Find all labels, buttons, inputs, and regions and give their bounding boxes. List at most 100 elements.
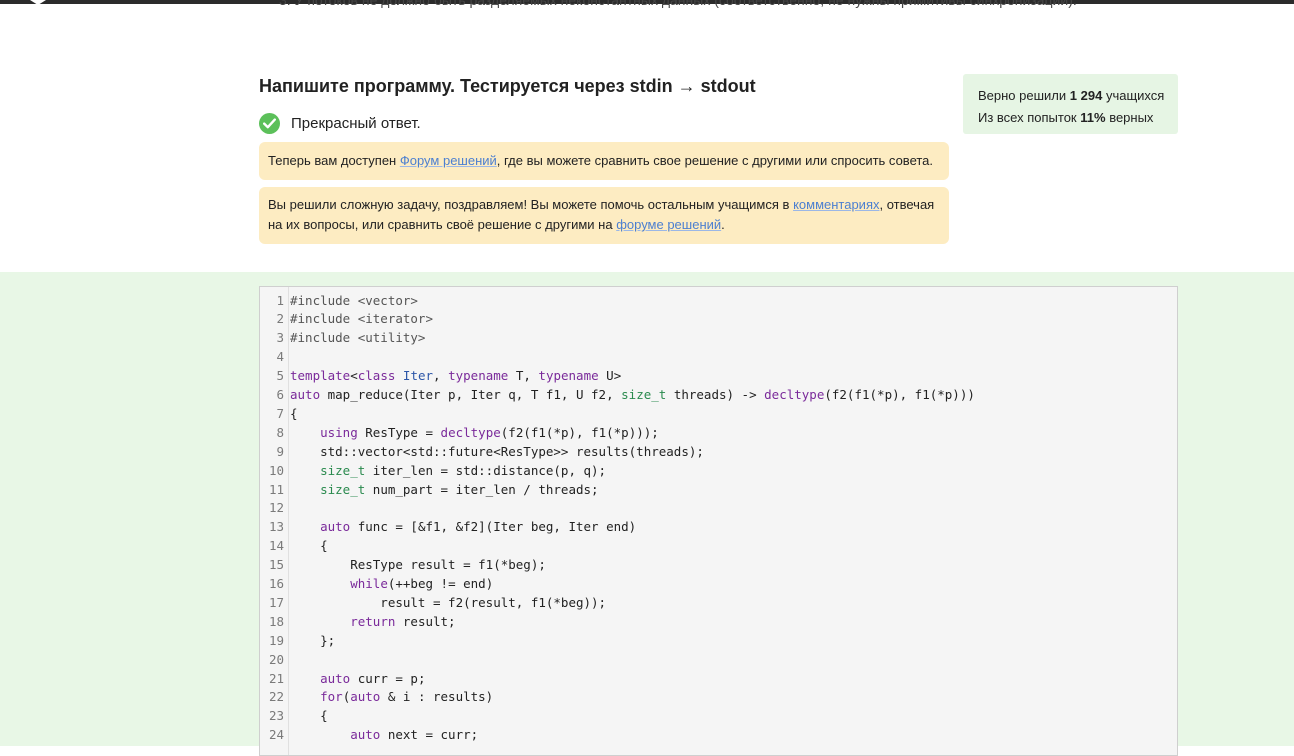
code-text: return result;	[290, 612, 456, 631]
line-number: 24	[268, 727, 284, 743]
code-token: size_t	[320, 462, 366, 478]
congrats-prefix: Вы решили сложную задачу, поздравляем! В…	[268, 197, 790, 212]
code-line: 6 auto map_reduce(Iter p, Iter q, T f1, U…	[260, 385, 975, 404]
code-token: result;	[395, 613, 456, 629]
code-text: auto map_reduce(Iter p, Iter q, T f1, U …	[290, 385, 975, 404]
line-number: 22	[268, 689, 284, 705]
code-token: size_t	[320, 481, 366, 497]
code-token: <	[350, 368, 358, 384]
code-text: #include <iterator>	[290, 309, 433, 328]
code-token: for	[320, 689, 343, 705]
code-token: num_part = iter_len / threads;	[365, 481, 599, 497]
line-number: 15	[268, 557, 284, 573]
code-line: 13 auto func = [&f1, &f2](Iter beg, Iter…	[260, 517, 636, 536]
code-token: typename	[538, 368, 599, 384]
check-circle-icon	[259, 113, 280, 134]
code-text: auto next = curr;	[290, 725, 478, 744]
solved-suffix: учащихся	[1105, 88, 1165, 103]
code-line: 23 {	[260, 706, 328, 725]
code-text: size_t iter_len = std::distance(p, q);	[290, 461, 606, 480]
line-number: 14	[268, 538, 284, 554]
code-line: 19 };	[260, 631, 335, 650]
code-token: std::vector<std::future<ResType>> result…	[290, 443, 704, 459]
code-text: auto func = [&f1, &f2](Iter beg, Iter en…	[290, 517, 636, 536]
code-token: iter_len = std::distance(p, q);	[365, 462, 607, 478]
code-token: auto	[350, 727, 381, 743]
code-line: 12	[260, 498, 290, 517]
line-number: 19	[268, 632, 284, 648]
result-label: Прекрасный ответ.	[291, 115, 421, 132]
solved-prefix: Верно решили	[978, 88, 1067, 103]
stats-panel: Верно решили 1 294 учащихся Из всех попы…	[963, 74, 1178, 134]
code-line: 17 result = f2(result, f1(*beg));	[260, 593, 606, 612]
code-token: map_reduce(Iter p, Iter q, T f1, U f2,	[320, 387, 622, 402]
code-line: 5 template<class Iter, typename T, typena…	[260, 366, 621, 385]
line-number: 23	[268, 708, 284, 724]
code-editor[interactable]: 1 #include <vector> 2 #include <iterator> 3 #…	[259, 286, 1178, 756]
code-token: using	[320, 424, 358, 440]
code-line: 16 while(++beg != end)	[260, 574, 493, 593]
forum-notice: Теперь вам доступен Форум решений, где в…	[259, 142, 949, 180]
code-token: next = curr;	[380, 727, 479, 743]
line-number: 7	[276, 405, 284, 421]
code-token: };	[290, 632, 336, 648]
forum-link[interactable]: Форум решений	[400, 153, 497, 168]
previous-step-text: 3. У потоков не должно быть разделяемых …	[279, 0, 1077, 8]
attempts-percent: 11%	[1080, 110, 1106, 125]
code-token: threads) ->	[666, 387, 765, 402]
code-token: class	[357, 368, 396, 384]
forum-notice-suffix: , где вы можете сравнить свое решение с …	[496, 153, 934, 168]
line-number: 13	[268, 519, 284, 535]
code-text: #include <vector>	[290, 291, 418, 310]
code-token: ResType =	[357, 424, 441, 440]
code-line: 21 auto curr = p;	[260, 669, 426, 688]
congrats-middle-2: на их вопросы, или сравнить своё решение…	[268, 217, 613, 232]
code-text: for(auto & i : results)	[290, 687, 493, 706]
forum-solutions-link[interactable]: форуме решений	[616, 217, 721, 232]
line-number: 4	[276, 349, 284, 365]
code-token: {	[290, 708, 328, 724]
code-token: (++beg != end)	[387, 576, 494, 591]
code-line: 20	[260, 650, 290, 669]
line-number: 9	[276, 443, 284, 459]
code-token: ,	[433, 368, 449, 384]
line-number: 18	[268, 613, 284, 629]
attempts-prefix: Из всех попыток	[978, 110, 1077, 125]
code-token: decltype	[764, 387, 825, 402]
top-notch	[30, 0, 46, 5]
code-token: decltype	[440, 424, 501, 440]
line-number: 21	[268, 670, 284, 686]
code-token: while	[350, 576, 388, 591]
code-line: 24 auto next = curr;	[260, 725, 478, 744]
code-token: T,	[508, 368, 539, 384]
code-text: {	[290, 706, 328, 725]
code-text: size_t num_part = iter_len / threads;	[290, 480, 599, 499]
code-text: };	[290, 631, 335, 650]
code-token: result = f2(result, f1(*beg));	[290, 594, 607, 610]
code-token: & i : results)	[380, 689, 494, 705]
task-title: Напишите программу. Тестируется через st…	[259, 76, 756, 96]
line-number: 2	[276, 311, 284, 327]
code-text: {	[290, 536, 328, 555]
code-token: curr = p;	[350, 670, 426, 686]
comments-link[interactable]: комментариях	[793, 197, 879, 212]
code-line: 2 #include <iterator>	[260, 309, 433, 328]
code-line: 1 #include <vector>	[260, 291, 418, 310]
solved-count: 1 294	[1069, 88, 1103, 103]
line-number: 6	[276, 387, 284, 402]
code-token: {	[290, 538, 328, 554]
result-status: Прекрасный ответ.	[259, 113, 421, 134]
code-token: {	[290, 405, 298, 421]
code-token: auto	[320, 519, 351, 535]
attempts-stat: Из всех попыток 11% верных	[978, 107, 1178, 129]
code-token: (f2(f1(*p), f1(*p)));	[500, 424, 659, 440]
code-token: typename	[448, 368, 509, 384]
